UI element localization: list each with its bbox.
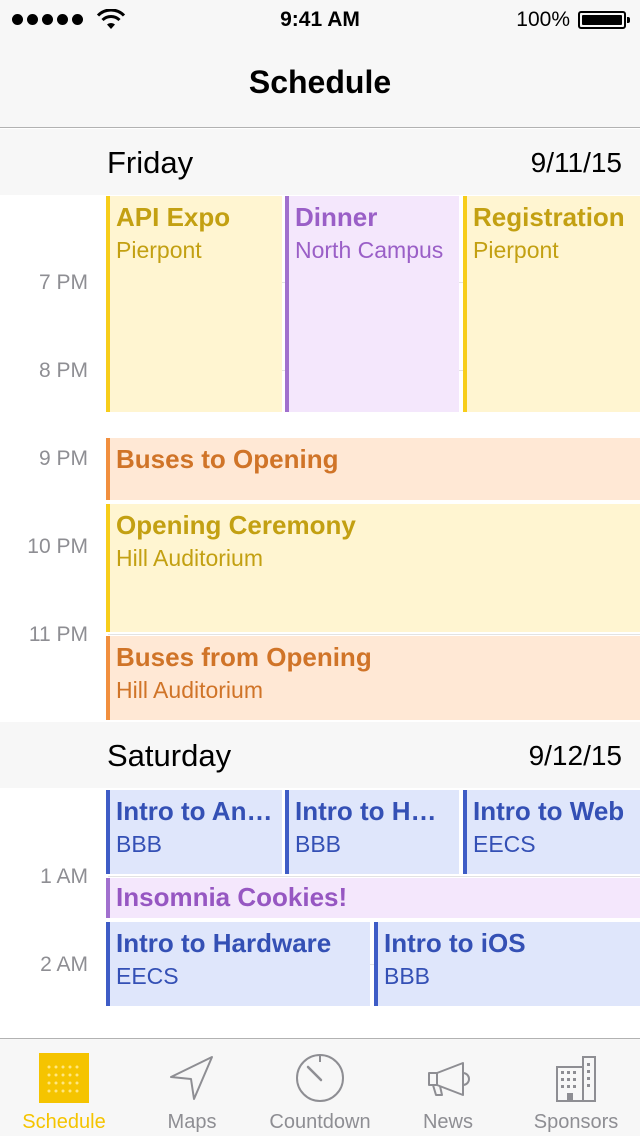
event-title: Buses from Opening — [116, 642, 372, 672]
event-card[interactable]: Dinner North Campus — [285, 196, 459, 412]
megaphone-icon — [428, 1062, 470, 1096]
event-title: Intro to HTML — [295, 796, 459, 826]
event-card[interactable]: Intro to Hardware EECS — [106, 922, 370, 1006]
time-label: 10 PM — [27, 535, 88, 558]
event-location: BBB — [384, 963, 431, 989]
battery-percentage: 100% — [516, 8, 570, 31]
event-card[interactable]: Intro to HTML BBB — [285, 790, 459, 874]
tab-maps[interactable]: Maps — [128, 1039, 256, 1137]
status-bar: 9:41 AM 100% — [0, 0, 640, 40]
tab-news[interactable]: News — [384, 1039, 512, 1137]
day-header-saturday: Saturday 9/12/15 — [0, 722, 640, 788]
location-arrow-icon — [170, 1056, 213, 1100]
day-date: 9/12/15 — [528, 740, 622, 771]
event-title: API Expo — [116, 202, 231, 232]
tab-countdown[interactable]: Countdown — [256, 1039, 384, 1137]
navigation-bar: Schedule — [0, 40, 640, 128]
event-title: Intro to Android — [116, 796, 282, 826]
time-label: 11 PM — [28, 623, 88, 646]
time-label: 1 AM — [40, 865, 88, 888]
event-card[interactable]: API Expo Pierpont — [106, 196, 282, 412]
event-title: Registration — [473, 202, 625, 232]
event-location: BBB — [295, 831, 342, 857]
day-name: Friday — [107, 145, 194, 180]
event-title: Opening Ceremony — [116, 510, 356, 540]
event-card[interactable]: Intro to Web EECS — [463, 790, 640, 874]
event-location: EECS — [473, 831, 536, 857]
event-location: Pierpont — [116, 237, 202, 263]
tab-schedule[interactable]: Schedule — [0, 1039, 128, 1137]
tab-label: Schedule — [22, 1111, 106, 1133]
hour-gridline — [108, 876, 640, 877]
event-card[interactable]: Buses to Opening — [106, 438, 640, 500]
event-title: Intro to Web — [473, 796, 625, 826]
event-title: Intro to iOS — [384, 928, 526, 958]
event-card[interactable]: Registration Pierpont — [463, 196, 640, 412]
event-title: Insomnia Cookies! — [116, 882, 348, 912]
building-icon — [556, 1056, 596, 1102]
event-title: Buses to Opening — [116, 444, 339, 474]
time-label: 7 PM — [38, 271, 88, 294]
day-header-friday: Friday 9/11/15 — [0, 129, 640, 195]
battery-icon — [578, 11, 630, 29]
time-label: 8 PM — [38, 359, 88, 382]
tab-label: Countdown — [269, 1111, 371, 1133]
event-card[interactable]: Insomnia Cookies! — [106, 878, 640, 918]
event-card[interactable]: Intro to Android BBB — [106, 790, 282, 874]
hour-gridline — [108, 634, 640, 635]
event-location: Pierpont — [473, 237, 559, 263]
event-location: North Campus — [295, 237, 444, 263]
day-name: Saturday — [107, 738, 232, 773]
time-label: 9 PM — [38, 447, 88, 470]
page-title: Schedule — [248, 64, 392, 100]
tab-label: Sponsors — [533, 1111, 619, 1133]
tab-sponsors[interactable]: Sponsors — [512, 1039, 640, 1137]
event-card[interactable]: Intro to iOS BBB — [374, 922, 640, 1006]
time-label: 2 AM — [40, 953, 88, 976]
tab-label: News — [422, 1111, 473, 1133]
event-location: Hill Auditorium — [116, 545, 263, 571]
event-title: Intro to Hardware — [116, 928, 332, 958]
timer-dial-icon — [296, 1054, 344, 1102]
event-card[interactable]: Buses from Opening Hill Auditorium — [106, 636, 640, 720]
tab-label: Maps — [167, 1111, 217, 1133]
tab-bar: Schedule Maps Countdown News Sponsors — [0, 1038, 640, 1136]
event-title: Dinner — [295, 202, 378, 232]
event-location: BBB — [116, 831, 163, 857]
event-card[interactable]: Opening Ceremony Hill Auditorium — [106, 504, 640, 632]
event-location: Hill Auditorium — [116, 677, 263, 703]
calendar-grid-icon — [39, 1053, 89, 1103]
day-date: 9/11/15 — [530, 147, 622, 178]
event-location: EECS — [116, 963, 179, 989]
